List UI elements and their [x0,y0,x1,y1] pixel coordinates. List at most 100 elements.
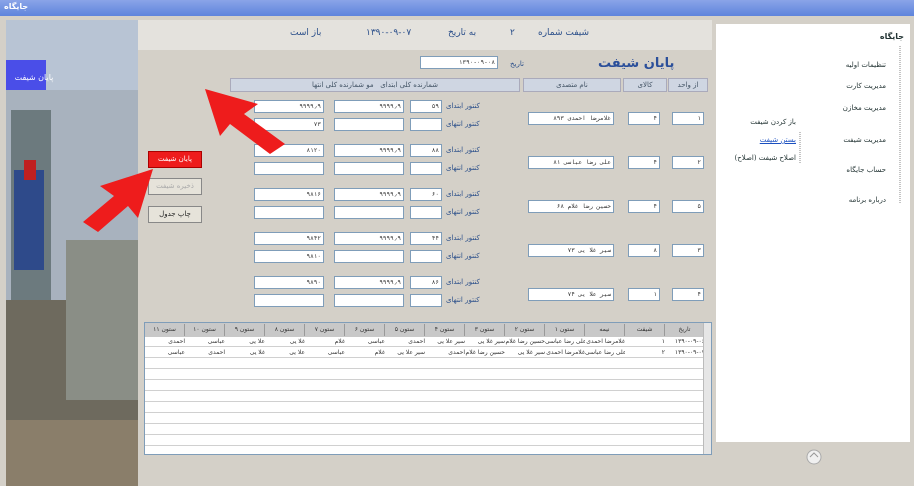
col-header-totalizer2: مو شمارنده کلی انتها [311,81,374,89]
unit-input[interactable]: ۳ [672,244,704,257]
operator-input[interactable]: ۷۴ سیر علا یی [528,288,614,301]
code-end-input[interactable] [410,118,442,131]
unit-input[interactable]: ۴ [672,288,704,301]
end-counter-label: کنتور انتهای [446,252,480,260]
totalizer1-end-input[interactable] [334,294,404,307]
operator-input[interactable]: حسین رضا غلام ۶۸ [528,200,614,213]
nav-panel: جایگاه تنظیمات اولیه مدیریت کارت مدیریت … [712,20,914,486]
tree-item-edit-shift[interactable]: اصلاح شیفت (اصلاح) [735,154,796,162]
tree-item-settings[interactable]: تنظیمات اولیه [846,61,886,69]
shift-number-value: ۲ [510,28,515,38]
totalizer2-input[interactable]: ۹۸۴۲ [254,232,324,245]
code-input[interactable]: ۶۰ [410,188,442,201]
column-header[interactable]: ستون ۷ [305,324,345,336]
nozzle-input[interactable]: ۴ [628,200,660,213]
table-row[interactable] [145,436,705,446]
nozzle-input[interactable]: ۱ [628,288,660,301]
table-row[interactable]: ۱۳۹۰-۰۹-۰۶ ۱ غلامرضا احمدی علی رضا عباسی حسی… [145,337,705,347]
refresh-icon[interactable] [804,447,824,467]
code-input[interactable]: ۵۹ [410,100,442,113]
totalizer1-input[interactable]: ۹۹۹۹٫۹ [334,188,404,201]
table-cell: غلام [374,349,385,356]
table-cell: عباسی [367,338,385,345]
nozzle-input[interactable]: ۴ [628,112,660,125]
totalizer1-input[interactable]: ۹۹۹۹٫۹ [334,144,404,157]
tree-item-shifts[interactable]: مدیریت شیفت [843,136,886,144]
column-header[interactable]: ستون ۱۰ [185,324,225,336]
banner-image: پایان شیفت [6,20,138,486]
table-row[interactable] [145,392,705,402]
tree-item-tanks[interactable]: مدیریت مخازن [843,104,886,112]
table-header: تاریخ شیفت نیمه ستون ۱ ستون ۲ ستون ۳ ستون ۴ ستو… [145,323,711,337]
totalizer1-end-input[interactable] [334,162,404,175]
table-row[interactable] [145,403,705,413]
totalizer2-input[interactable]: ۹۸۹۰ [254,276,324,289]
code-end-input[interactable] [410,250,442,263]
tree-item-about[interactable]: درباره برنامه [849,196,886,204]
form-date-label: تاریخ [510,60,524,68]
table-row[interactable] [145,370,705,380]
table-cell: علی رضا عباسی [585,349,625,356]
unit-input[interactable]: ۵ [672,200,704,213]
unit-input[interactable]: ۲ [672,156,704,169]
col-header-totalizer1: شمارنده کلی ابتدای [380,81,439,89]
column-header[interactable]: ستون ۵ [385,324,425,336]
totalizer1-end-input[interactable] [334,118,404,131]
tree-item-account[interactable]: حساب جایگاه [846,166,886,174]
column-header[interactable]: ستون ۱ [545,324,585,336]
totalizer1-end-input[interactable] [334,206,404,219]
operator-input[interactable]: غلامرضا احمدی ۸۹۳ [528,112,614,125]
totalizer1-input[interactable]: ۹۹۹۹٫۹ [334,232,404,245]
totalizer1-input[interactable]: ۹۹۹۹٫۹ [334,276,404,289]
column-header[interactable]: شیفت [625,324,665,336]
unit-input[interactable]: ۱ [672,112,704,125]
red-arrow-icon [205,89,285,154]
nozzle-input[interactable]: ۸ [628,244,660,257]
table-row[interactable]: ۱۳۹۰-۰۹-۰۷ ۲ علی رضا عباسی غلامرضا احمدی سیر… [145,348,705,358]
column-header[interactable]: ستون ۱۱ [145,324,185,336]
table-row[interactable] [145,425,705,435]
code-end-input[interactable] [410,162,442,175]
table-scrollbar[interactable] [703,323,711,454]
column-header[interactable]: ستون ۲ [505,324,545,336]
table-cell: غلا یی [249,349,265,356]
tree-item-open-shift[interactable]: باز کردن شیفت [750,118,796,126]
operator-input[interactable]: علی رضا عباسی ۸۱ [528,156,614,169]
date-value: ۱۳۹۰-۰۹-۰۷ [366,28,412,38]
title-bar: جایگاه [0,0,914,16]
table-cell: حسین رضا غلام [505,338,545,345]
totalizer1-input[interactable]: ۹۹۹۹٫۹ [334,100,404,113]
form-date-input[interactable]: ۱۳۹۰-۰۹-۰۸ [420,56,498,69]
start-counter-label: کنتور ابتدای [446,234,480,242]
totalizer2-end-input[interactable] [254,162,324,175]
operator-input[interactable]: ۷۳ سیر غلا یی [528,244,614,257]
code-end-input[interactable] [410,206,442,219]
nozzle-input[interactable]: ۴ [628,156,660,169]
table-cell: احمدی [208,349,225,356]
code-input[interactable]: ۸۸ [410,144,442,157]
table-row[interactable] [145,447,705,454]
column-header[interactable]: ستون ۹ [225,324,265,336]
table-row[interactable] [145,359,705,369]
table-row[interactable] [145,414,705,424]
column-header[interactable]: ستون ۸ [265,324,305,336]
column-header[interactable]: ستون ۶ [345,324,385,336]
column-header[interactable]: نیمه [585,324,625,336]
column-header[interactable]: تاریخ [665,324,705,336]
tree-item-close-shift[interactable]: بستن شیفت [760,136,796,144]
totalizer2-end-input[interactable]: ۹۸۱۰ [254,250,324,263]
code-end-input[interactable] [410,294,442,307]
tree-item-cards[interactable]: مدیریت کارت [846,82,886,90]
shift-history-table[interactable]: تاریخ شیفت نیمه ستون ۱ ستون ۲ ستون ۳ ستون ۴ ستو… [144,322,712,455]
table-cell: عباسی [327,349,345,356]
code-input[interactable]: ۴۴ [410,232,442,245]
column-header[interactable]: ستون ۴ [425,324,465,336]
totalizer2-end-input[interactable] [254,206,324,219]
table-cell: غلامرضا احمدی [546,349,585,356]
totalizer2-end-input[interactable] [254,294,324,307]
column-header[interactable]: ستون ۳ [465,324,505,336]
totalizer2-input[interactable]: ۹۸۱۶ [254,188,324,201]
table-row[interactable] [145,381,705,391]
code-input[interactable]: ۸۶ [410,276,442,289]
totalizer1-end-input[interactable] [334,250,404,263]
